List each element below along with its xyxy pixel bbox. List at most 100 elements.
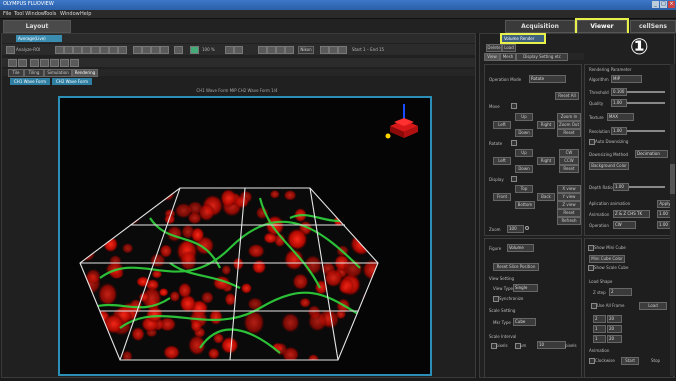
quality-input[interactable]: 1.00	[611, 99, 627, 107]
menu-window[interactable]: Window	[60, 11, 80, 17]
view-back-button[interactable]: Back	[537, 193, 555, 201]
delete-roi-icon[interactable]	[160, 46, 169, 54]
subtab-rendering[interactable]: Rendering	[72, 69, 98, 77]
rotate-cw-button[interactable]: CW	[559, 149, 579, 157]
delete-button[interactable]: Delete	[486, 44, 502, 52]
view-top-button[interactable]: Top	[515, 185, 533, 193]
tab-mesh[interactable]: Mesh	[500, 53, 516, 61]
load-button[interactable]: Load	[502, 44, 516, 52]
stop-label[interactable]: Stop	[651, 358, 660, 363]
axis-x-value[interactable]: 20	[607, 315, 622, 323]
settings-icon[interactable]	[174, 46, 183, 54]
line-roi-icon[interactable]	[91, 46, 100, 54]
axis-y-input[interactable]: 1	[593, 325, 606, 333]
last-frame-icon[interactable]	[285, 46, 294, 54]
zoom-out-button[interactable]: Zoom Out	[557, 121, 581, 129]
rotate-ccw-button[interactable]: CCW	[559, 157, 579, 165]
rotate-up-button[interactable]: Up	[515, 149, 533, 157]
reverse-icon[interactable]	[338, 46, 347, 54]
interval-input[interactable]: 10	[537, 341, 566, 349]
ellipse-roi-icon[interactable]	[73, 46, 82, 54]
mkr-type-dropdown[interactable]: Cube	[513, 318, 536, 326]
close-icon[interactable]: ×	[668, 1, 675, 8]
view-bottom-button[interactable]: Bottom	[515, 201, 535, 209]
z-step-input[interactable]: 2	[609, 288, 632, 296]
z-view-button[interactable]: Z view	[557, 201, 581, 209]
menu-help[interactable]: Help	[80, 11, 91, 17]
crop-icon[interactable]	[133, 46, 142, 54]
x-view-button[interactable]: X view	[557, 185, 581, 193]
rotate-down-button[interactable]: Down	[515, 165, 533, 173]
text-icon[interactable]	[118, 46, 127, 54]
channel-tab-1[interactable]: CH1 Wave Form	[10, 78, 50, 85]
view-type-dropdown[interactable]: Single	[513, 284, 538, 292]
tab-acquisition[interactable]: Acquisition	[505, 20, 575, 33]
depth-ratio-slider[interactable]	[629, 186, 665, 188]
texture-dropdown[interactable]: MAX	[607, 113, 634, 121]
image-document-tab[interactable]: Average(Live)	[16, 35, 62, 42]
move-up-button[interactable]: Up	[515, 113, 533, 121]
export-icon[interactable]	[70, 59, 79, 67]
view-mode-dropdown[interactable]: Volume Render	[500, 33, 546, 44]
threshold-input[interactable]: 0.100	[611, 88, 627, 96]
channel-icon[interactable]	[40, 59, 49, 67]
menu-file[interactable]: File	[3, 11, 11, 17]
background-color-button[interactable]: Background Color	[589, 162, 629, 170]
fit-icon[interactable]	[30, 59, 39, 67]
reset-all-button[interactable]: Reset All	[555, 92, 579, 100]
prev-frame-icon[interactable]	[267, 46, 276, 54]
move-left-button[interactable]: Left	[493, 121, 511, 129]
move-down-button[interactable]: Down	[515, 129, 533, 137]
pointer-icon[interactable]	[6, 46, 15, 54]
rotate-reset-button[interactable]: Reset	[559, 165, 579, 173]
menu-tool-window[interactable]: Tool Window	[14, 11, 45, 17]
display-reset-button[interactable]: Reset	[557, 209, 581, 217]
load-shape-button[interactable]: Load	[639, 302, 667, 310]
hand-icon[interactable]	[8, 59, 17, 67]
mini-cube-color-button[interactable]: Mini Cube Color	[589, 255, 625, 263]
first-frame-icon[interactable]	[258, 46, 267, 54]
panel-scrollbar[interactable]	[670, 64, 675, 376]
depth-ratio-input[interactable]: 1.00	[613, 183, 629, 191]
point-icon[interactable]	[109, 46, 118, 54]
resolution-slider[interactable]	[627, 130, 665, 132]
arrow-icon[interactable]	[142, 46, 151, 54]
rotate-right-button[interactable]: Right	[537, 157, 555, 165]
rotate-left-button[interactable]: Left	[493, 157, 511, 165]
operation-mode-dropdown[interactable]: Rotate	[529, 75, 566, 83]
play-icon[interactable]	[190, 46, 199, 54]
grid-icon[interactable]	[55, 46, 64, 54]
subtab-tiling[interactable]: Tiling	[24, 69, 44, 77]
zoom-in-button[interactable]: Zoom In	[557, 113, 581, 121]
tab-layout[interactable]: Layout	[3, 20, 71, 33]
animation-dropdown[interactable]: Z & Z CHS TK	[613, 210, 650, 218]
loop-icon[interactable]	[320, 46, 329, 54]
measure-icon[interactable]	[151, 46, 160, 54]
menu-tools[interactable]: Tools	[44, 11, 56, 17]
algorithm-dropdown[interactable]: MIP	[611, 75, 642, 83]
refresh-button[interactable]: Refresh	[557, 217, 581, 225]
move-reset-button[interactable]: Reset	[557, 129, 581, 137]
polygon-roi-icon[interactable]	[82, 46, 91, 54]
zoom-out-icon[interactable]	[234, 46, 243, 54]
tab-display-setting[interactable]: Display Setting etc	[516, 53, 568, 61]
subtab-simulation[interactable]: Simulation	[44, 69, 72, 77]
threshold-slider[interactable]	[627, 91, 665, 93]
tab-viewer[interactable]: Viewer	[575, 18, 629, 35]
overlay-icon[interactable]	[60, 59, 69, 67]
display-checkbox[interactable]	[511, 176, 517, 182]
tab-view[interactable]: View	[484, 53, 500, 61]
volume-render-canvas[interactable]	[58, 96, 432, 376]
view-front-button[interactable]: Front	[493, 193, 511, 201]
subtab-tile[interactable]: Tile	[8, 69, 24, 77]
zoom-search-icon[interactable]	[525, 226, 529, 230]
minimize-icon[interactable]: _	[652, 1, 659, 8]
axis-z-input[interactable]: 1	[593, 335, 606, 343]
reset-slice-button[interactable]: Reset Slice Position	[493, 263, 539, 271]
next-frame-icon[interactable]	[276, 46, 285, 54]
magnify-icon[interactable]	[18, 59, 27, 67]
rotate-checkbox[interactable]	[511, 140, 517, 146]
mode-button[interactable]: Nikon	[298, 46, 314, 54]
orientation-cube-icon[interactable]	[382, 104, 422, 144]
channel-tab-2[interactable]: CH2 Wave Form	[52, 78, 92, 85]
